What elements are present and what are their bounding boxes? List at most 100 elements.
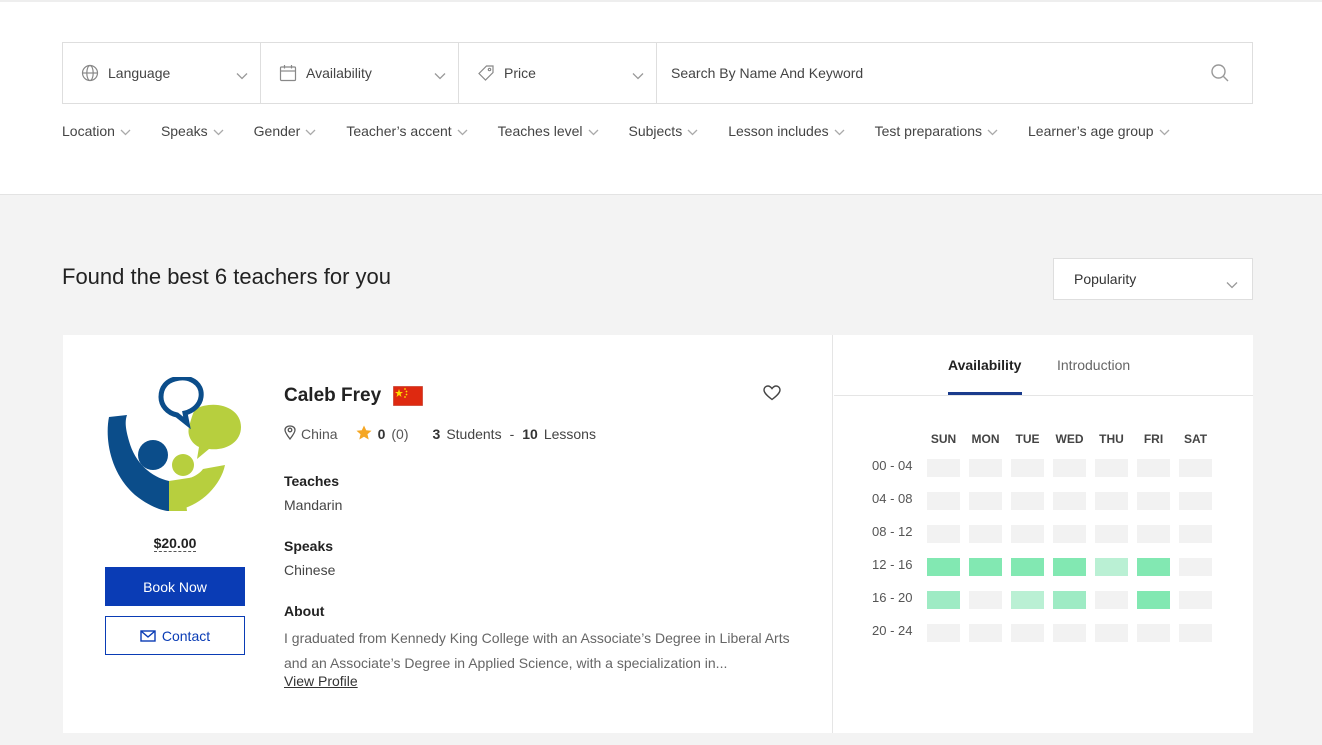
students-label: Students (446, 426, 502, 442)
day-header-tue: TUE (1015, 432, 1040, 446)
availability-cell (1095, 525, 1128, 543)
chevron-down-icon (457, 123, 468, 139)
availability-cell (1179, 558, 1212, 576)
availability-cell[interactable] (1137, 591, 1170, 609)
tab-availability[interactable]: Availability (948, 357, 1021, 373)
availability-cell[interactable] (927, 558, 960, 576)
availability-cell (1137, 525, 1170, 543)
chip-location[interactable]: Location (62, 123, 131, 139)
panel-tabs: Availability Introduction (834, 335, 1253, 396)
teaches-label: Teaches (284, 473, 339, 489)
time-slot-label: 20 - 24 (872, 623, 913, 638)
view-profile-link[interactable]: View Profile (284, 673, 358, 689)
calendar-icon (279, 64, 297, 82)
availability-cell[interactable] (1011, 558, 1044, 576)
day-header-wed: WED (1055, 432, 1084, 446)
price-value: $20.00 (153, 535, 197, 552)
search-icon[interactable] (1210, 63, 1230, 88)
search-box (657, 43, 1252, 103)
filter-chips: Location Speaks Gender Teacher’s accent … (62, 123, 1200, 139)
location-pin-icon (284, 425, 296, 443)
china-flag-icon (392, 385, 424, 407)
book-now-button[interactable]: Book Now (105, 567, 245, 606)
teacher-country: China (301, 426, 338, 442)
availability-cell (1179, 459, 1212, 477)
time-slot-label: 00 - 04 (872, 458, 913, 473)
availability-cell[interactable] (1053, 591, 1086, 609)
chip-learners-age-group[interactable]: Learner’s age group (1028, 123, 1170, 139)
teacher-name[interactable]: Caleb Frey (284, 385, 381, 407)
price-filter[interactable]: Price (459, 43, 657, 103)
availability-cell[interactable] (1137, 558, 1170, 576)
availability-cell (927, 492, 960, 510)
chevron-down-icon (987, 123, 998, 139)
language-filter[interactable]: Language (63, 43, 261, 103)
chip-test-preparations[interactable]: Test preparations (875, 123, 998, 139)
time-slot-label: 16 - 20 (872, 590, 913, 605)
time-slot-label: 12 - 16 (872, 557, 913, 572)
availability-cell[interactable] (1095, 558, 1128, 576)
contact-label: Contact (161, 627, 211, 644)
availability-cell[interactable] (927, 591, 960, 609)
about-text: I graduated from Kennedy King College wi… (284, 630, 790, 671)
availability-cell (1095, 459, 1128, 477)
language-filter-label: Language (108, 65, 171, 81)
search-input[interactable] (671, 65, 1191, 81)
availability-cell (969, 624, 1002, 642)
chevron-down-icon (687, 123, 698, 139)
review-count: (0) (391, 426, 409, 442)
availability-cell (1053, 624, 1086, 642)
price-filter-label: Price (504, 65, 536, 81)
favorite-heart-icon[interactable] (763, 385, 781, 406)
availability-cell (969, 525, 1002, 543)
chip-label: Teacher’s accent (346, 123, 452, 139)
day-header-sun: SUN (930, 432, 957, 446)
chip-label: Lesson includes (728, 123, 829, 139)
filter-bar: Language Availability Price (62, 42, 1253, 104)
availability-cell[interactable] (969, 558, 1002, 576)
chip-label: Learner’s age group (1028, 123, 1154, 139)
chip-subjects[interactable]: Subjects (629, 123, 699, 139)
chip-gender[interactable]: Gender (254, 123, 317, 139)
day-header-mon: MON (971, 432, 1000, 446)
chip-label: Speaks (160, 123, 208, 139)
availability-cell (1095, 492, 1128, 510)
availability-filter[interactable]: Availability (261, 43, 459, 103)
availability-panel: Availability Introduction SUN MON TUE WED TH… (834, 335, 1253, 733)
availability-cell (927, 459, 960, 477)
availability-cell (1137, 459, 1170, 477)
time-slot-label: 08 - 12 (872, 524, 913, 539)
availability-cell (1053, 492, 1086, 510)
chip-label: Test preparations (874, 123, 983, 139)
active-tab-indicator (948, 392, 1022, 395)
filter-header: Language Availability Price Location Spe… (0, 0, 1322, 195)
teacher-name-row: Caleb Frey (284, 385, 424, 407)
availability-cell (1179, 492, 1212, 510)
chevron-down-icon (834, 123, 845, 139)
availability-cell (969, 492, 1002, 510)
availability-cell (1011, 525, 1044, 543)
teacher-meta: China 0 (0) 3 Students - 10 Lessons (284, 425, 596, 443)
contact-button[interactable]: Contact (105, 616, 245, 655)
chevron-down-icon (305, 123, 316, 139)
day-header-thu: THU (1099, 432, 1124, 446)
tag-icon (477, 64, 495, 82)
availability-cell (969, 459, 1002, 477)
chip-label: Subjects (628, 123, 683, 139)
chip-speaks[interactable]: Speaks (161, 123, 224, 139)
availability-cell[interactable] (1053, 558, 1086, 576)
sort-select[interactable]: Popularity (1053, 258, 1253, 300)
chip-teachers-accent[interactable]: Teacher’s accent (346, 123, 468, 139)
lessons-label: Lessons (543, 426, 596, 442)
star-icon (356, 425, 372, 443)
chevron-down-icon (120, 123, 131, 139)
availability-cell (969, 591, 1002, 609)
tab-introduction[interactable]: Introduction (1057, 357, 1130, 373)
logo-icon (107, 375, 241, 511)
availability-cell (1179, 525, 1212, 543)
availability-cell[interactable] (1011, 591, 1044, 609)
availability-cell (1179, 624, 1212, 642)
chip-teaches-level[interactable]: Teaches level (498, 123, 599, 139)
chip-lesson-includes[interactable]: Lesson includes (728, 123, 845, 139)
sort-select-value: Popularity (1074, 271, 1137, 287)
